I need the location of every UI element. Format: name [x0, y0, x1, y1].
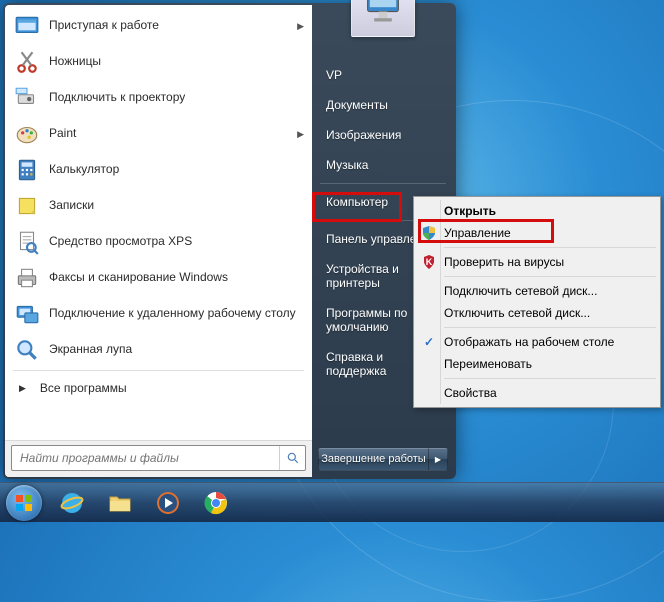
- ctx-map-drive[interactable]: Подключить сетевой диск...: [416, 280, 658, 302]
- ctx-label: Управление: [442, 226, 658, 240]
- search-icon: [286, 451, 300, 465]
- separator: [444, 327, 656, 328]
- nav-pictures[interactable]: Изображения: [314, 121, 452, 149]
- separator: [320, 183, 446, 184]
- start-left-panel: Приступая к работе ▶ Ножницы Подключить …: [5, 5, 312, 477]
- search-area: [5, 440, 312, 477]
- taskbar-chrome[interactable]: [193, 486, 239, 520]
- prog-magnifier[interactable]: Экранная лупа: [7, 332, 310, 368]
- ctx-label: Отключить сетевой диск...: [442, 306, 658, 320]
- shutdown-menu-arrow[interactable]: ▶: [429, 448, 447, 470]
- taskbar-explorer[interactable]: [97, 486, 143, 520]
- nav-music[interactable]: Музыка: [314, 151, 452, 179]
- remote-desktop-icon: [13, 300, 41, 328]
- shutdown-button[interactable]: Завершение работы ▶: [318, 447, 448, 471]
- triangle-right-icon: ▶: [19, 383, 26, 394]
- scissors-icon: [13, 48, 41, 76]
- prog-projector[interactable]: Подключить к проектору: [7, 80, 310, 116]
- prog-remote-desktop[interactable]: Подключение к удаленному рабочему столу: [7, 296, 310, 332]
- start-button[interactable]: [0, 483, 48, 523]
- ctx-properties[interactable]: Свойства: [416, 382, 658, 404]
- search-input[interactable]: [12, 451, 279, 465]
- ctx-show-desktop[interactable]: ✓ Отображать на рабочем столе: [416, 331, 658, 353]
- media-player-icon: [154, 489, 182, 517]
- ctx-label: Открыть: [442, 204, 658, 218]
- prog-label: Калькулятор: [49, 163, 304, 177]
- svg-text:K: K: [426, 257, 433, 267]
- xps-icon: [13, 228, 41, 256]
- start-menu: Приступая к работе ▶ Ножницы Подключить …: [3, 3, 456, 479]
- separator: [444, 247, 656, 248]
- prog-label: Факсы и сканирование Windows: [49, 271, 304, 285]
- divider: [13, 370, 304, 371]
- prog-label: Подключение к удаленному рабочему столу: [49, 307, 304, 321]
- ctx-virus-check[interactable]: K Проверить на вирусы: [416, 251, 658, 273]
- programs-list: Приступая к работе ▶ Ножницы Подключить …: [5, 5, 312, 440]
- notes-icon: [13, 192, 41, 220]
- all-programs-label: Все программы: [40, 381, 127, 395]
- getting-started-icon: [13, 12, 41, 40]
- user-avatar[interactable]: [351, 0, 415, 37]
- ctx-open[interactable]: Открыть: [416, 200, 658, 222]
- antivirus-icon: K: [416, 254, 442, 270]
- ctx-label: Проверить на вирусы: [442, 255, 658, 269]
- nav-documents[interactable]: Документы: [314, 91, 452, 119]
- prog-snipping-tool[interactable]: Ножницы: [7, 44, 310, 80]
- projector-icon: [13, 84, 41, 112]
- ctx-label: Подключить сетевой диск...: [442, 284, 658, 298]
- ie-icon: [58, 489, 86, 517]
- paint-icon: [13, 120, 41, 148]
- shield-icon: [416, 225, 442, 241]
- prog-label: Ножницы: [49, 55, 304, 69]
- submenu-arrow-icon: ▶: [297, 21, 304, 32]
- ctx-rename[interactable]: Переименовать: [416, 353, 658, 375]
- windows-logo-icon: [14, 493, 34, 513]
- submenu-arrow-icon: ▶: [297, 129, 304, 140]
- search-button[interactable]: [279, 446, 305, 470]
- prog-label: Экранная лупа: [49, 343, 304, 357]
- taskbar: [0, 482, 664, 522]
- all-programs[interactable]: ▶ Все программы: [7, 373, 310, 403]
- prog-label: Paint: [49, 127, 293, 141]
- prog-getting-started[interactable]: Приступая к работе ▶: [7, 8, 310, 44]
- ctx-label: Свойства: [442, 386, 658, 400]
- ctx-label: Отображать на рабочем столе: [442, 335, 658, 349]
- shutdown-area: Завершение работы ▶: [312, 447, 454, 477]
- shutdown-label[interactable]: Завершение работы: [319, 448, 429, 470]
- prog-paint[interactable]: Paint ▶: [7, 116, 310, 152]
- prog-xps-viewer[interactable]: Средство просмотра XPS: [7, 224, 310, 260]
- chrome-icon: [202, 489, 230, 517]
- monitor-icon: [361, 0, 405, 27]
- check-icon: ✓: [416, 335, 442, 349]
- prog-label: Подключить к проектору: [49, 91, 304, 105]
- magnifier-icon: [13, 336, 41, 364]
- user-name[interactable]: VP: [314, 61, 452, 89]
- separator: [444, 276, 656, 277]
- taskbar-ie[interactable]: [49, 486, 95, 520]
- fax-icon: [13, 264, 41, 292]
- prog-fax-scan[interactable]: Факсы и сканирование Windows: [7, 260, 310, 296]
- search-box[interactable]: [11, 445, 306, 471]
- ctx-unmap-drive[interactable]: Отключить сетевой диск...: [416, 302, 658, 324]
- prog-label: Средство просмотра XPS: [49, 235, 304, 249]
- ctx-manage[interactable]: Управление: [416, 222, 658, 244]
- prog-calculator[interactable]: Калькулятор: [7, 152, 310, 188]
- prog-sticky-notes[interactable]: Записки: [7, 188, 310, 224]
- prog-label: Приступая к работе: [49, 19, 293, 33]
- separator: [444, 378, 656, 379]
- taskbar-media-player[interactable]: [145, 486, 191, 520]
- context-menu: Открыть Управление K Проверить на вирусы…: [413, 196, 661, 408]
- calculator-icon: [13, 156, 41, 184]
- ctx-label: Переименовать: [442, 357, 658, 371]
- folder-icon: [106, 489, 134, 517]
- prog-label: Записки: [49, 199, 304, 213]
